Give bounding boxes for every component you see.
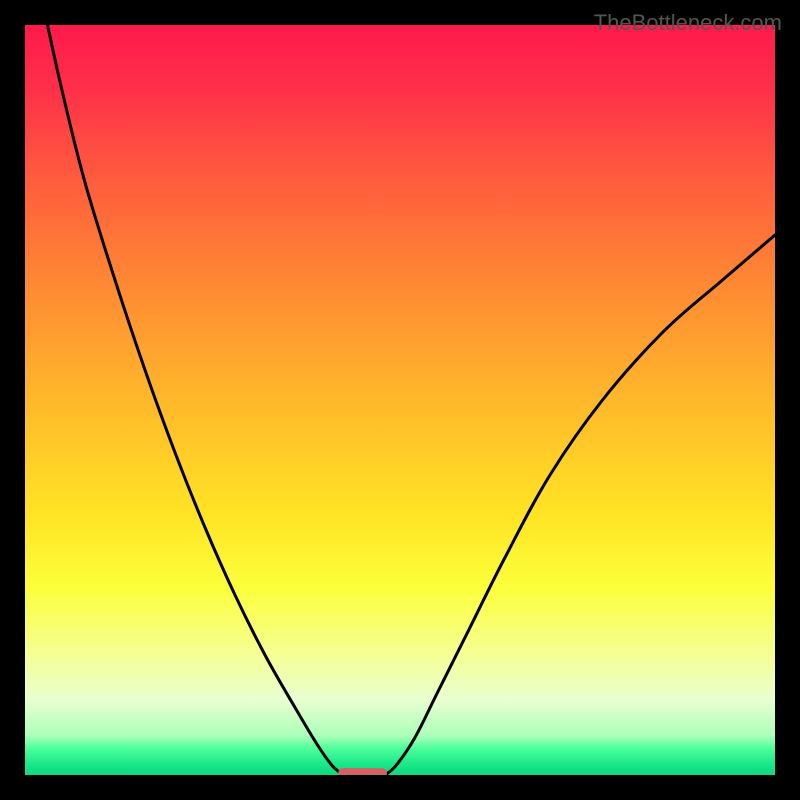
watermark-text: TheBottleneck.com <box>594 10 782 36</box>
bottleneck-chart <box>25 25 775 775</box>
bottleneck-marker <box>338 768 387 775</box>
chart-container: TheBottleneck.com <box>0 0 800 800</box>
gradient-background <box>25 25 775 775</box>
